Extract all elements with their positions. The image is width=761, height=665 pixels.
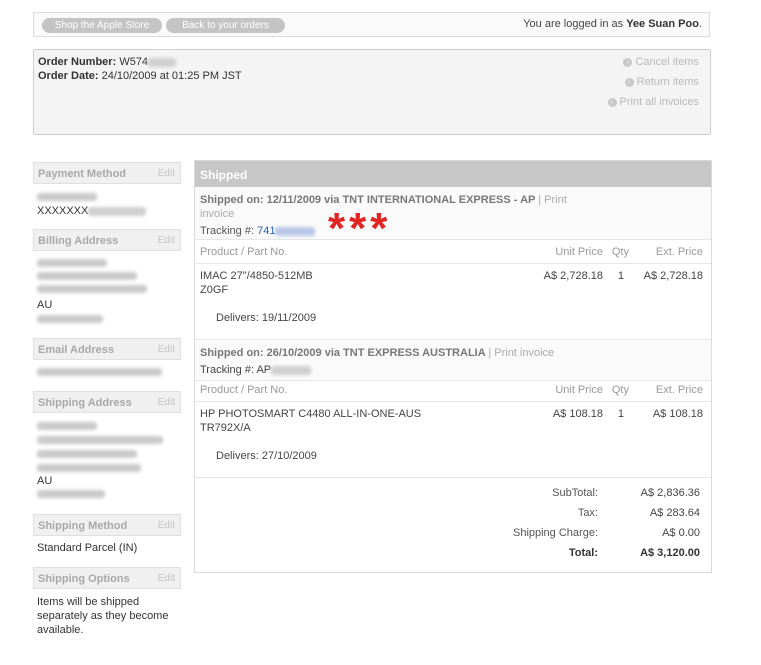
shipping-address-edit-link[interactable]: Edit <box>158 397 175 408</box>
email-address-header: Email Address Edit <box>33 338 181 360</box>
total-value: A$ 3,120.00 <box>640 547 700 559</box>
col-ext-price: Ext. Price <box>655 384 703 396</box>
arrow-circle-icon: › <box>623 57 633 67</box>
redacted-shipping-line <box>37 450 137 458</box>
billing-country: AU <box>37 299 53 311</box>
user-name: Yee Suan Poo <box>626 18 699 30</box>
shipment-1-print-invoice-link-cont[interactable]: invoice <box>200 208 234 220</box>
total-label: Total: <box>568 547 598 559</box>
shipping-options-edit-link[interactable]: Edit <box>158 573 175 584</box>
cancel-items-link[interactable]: › Cancel items <box>623 56 699 68</box>
redacted-shipping-line <box>37 422 97 430</box>
login-status: You are logged in as Yee Suan Poo. <box>523 18 702 30</box>
product-1-delivers: Delivers: 19/11/2009 <box>216 312 317 324</box>
shipped-panel: Shipped Shipped on: 12/11/2009 via TNT I… <box>194 160 712 573</box>
shipping-method-header: Shipping Method Edit <box>33 514 181 536</box>
col-qty: Qty <box>611 246 629 258</box>
shipping-charge-value: A$ 0.00 <box>662 527 700 539</box>
arrow-circle-icon: › <box>607 97 617 107</box>
product-1-qty: 1 <box>617 270 624 282</box>
shop-apple-store-button[interactable]: Shop the Apple Store <box>42 18 162 33</box>
shipment-2-header: Shipped on: 26/10/2009 via TNT EXPRESS A… <box>195 339 711 381</box>
print-all-invoices-link[interactable]: › Print all invoices <box>607 96 699 108</box>
order-number: Order Number: W574 <box>38 56 177 68</box>
redacted-shipping-line <box>37 464 141 472</box>
shipping-country: AU <box>37 475 53 487</box>
product-2-delivers: Delivers: 27/10/2009 <box>216 450 317 462</box>
product-1-unit-price: A$ 2,728.18 <box>543 270 603 282</box>
tax-value: A$ 283.64 <box>649 507 700 519</box>
col-unit-price: Unit Price <box>555 384 603 396</box>
redacted-billing-line <box>37 259 107 267</box>
shipping-charge-label: Shipping Charge: <box>512 527 598 539</box>
payment-edit-link[interactable]: Edit <box>158 168 175 179</box>
top-bar: Shop the Apple Store Back to your orders… <box>33 12 710 37</box>
billing-address-header: Billing Address Edit <box>33 229 181 251</box>
product-2-qty: 1 <box>617 408 624 420</box>
shipping-method-value: Standard Parcel (IN) <box>37 542 138 554</box>
tracking-number-link[interactable]: 741 <box>257 225 275 237</box>
billing-edit-link[interactable]: Edit <box>158 235 175 246</box>
redacted-card-name <box>37 193 97 201</box>
redacted-billing-line <box>37 272 137 280</box>
product-1-name: IMAC 27"/4850-512MB <box>200 270 313 282</box>
product-2-ext-price: A$ 108.18 <box>652 408 703 420</box>
col-qty: Qty <box>611 384 629 396</box>
product-2-name: HP PHOTOSMART C4480 ALL-IN-ONE-AUS <box>200 408 422 420</box>
tracking-number-2[interactable]: AP <box>256 364 271 376</box>
col-unit-price: Unit Price <box>555 246 603 258</box>
back-to-orders-button[interactable]: Back to your orders <box>166 18 285 33</box>
order-summary-box: Order Number: W574 Order Date: 24/10/200… <box>33 49 711 135</box>
shipping-options-header: Shipping Options Edit <box>33 567 181 589</box>
red-asterisk-annotation: *** <box>328 204 392 253</box>
redacted-billing-line <box>37 285 147 293</box>
col-ext-price: Ext. Price <box>655 246 703 258</box>
redacted-shipping-phone <box>37 490 105 498</box>
shipment-2-tracking: Tracking #: AP <box>200 364 312 376</box>
arrow-circle-icon: › <box>624 77 634 87</box>
shipment-1-print-invoice-link[interactable]: Print <box>544 194 567 206</box>
product-1-ext-price: A$ 2,728.18 <box>643 270 703 282</box>
tax-label: Tax: <box>577 507 598 519</box>
redacted-order-number <box>148 57 177 67</box>
product-1-part-no: Z0GF <box>200 284 229 296</box>
payment-card-number: XXXXXXX <box>37 205 147 217</box>
col-product: Product / Part No. <box>200 246 288 258</box>
redacted-shipping-line <box>37 436 163 444</box>
product-2-unit-price: A$ 108.18 <box>552 408 603 420</box>
col-product: Product / Part No. <box>200 384 288 396</box>
product-2-part-no: TR792X/A <box>200 422 251 434</box>
shipping-address-header: Shipping Address Edit <box>33 391 181 413</box>
return-items-link[interactable]: › Return items <box>624 76 699 88</box>
email-edit-link[interactable]: Edit <box>158 344 175 355</box>
shipped-header: Shipped <box>195 161 711 187</box>
shipment-2-title: Shipped on: 26/10/2009 via TNT EXPRESS A… <box>200 347 555 359</box>
payment-method-header: Payment Method Edit <box>33 162 181 184</box>
shipment-2-print-invoice-link[interactable]: Print invoice <box>494 347 554 359</box>
redacted-email <box>37 368 162 376</box>
shipment-1-tracking: Tracking #: 741 <box>200 225 316 237</box>
shipment-1-header: Shipped on: 12/11/2009 via TNT INTERNATI… <box>195 187 711 240</box>
subtotal-label: SubTotal: <box>552 487 598 499</box>
order-date: Order Date: 24/10/2009 at 01:25 PM JST <box>38 70 242 82</box>
shipping-method-edit-link[interactable]: Edit <box>158 520 175 531</box>
shipping-options-value: Items will be shipped separately as they… <box>37 596 169 636</box>
subtotal-value: A$ 2,836.36 <box>640 487 700 499</box>
redacted-billing-phone <box>37 315 103 323</box>
